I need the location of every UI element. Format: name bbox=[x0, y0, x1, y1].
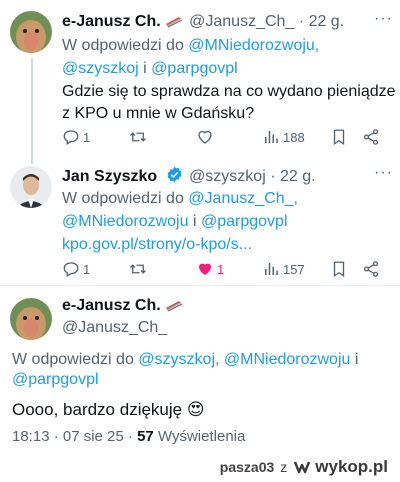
tweet-meta: 18:13 · 07 sie 25 · 57 Wyświetlenia bbox=[12, 428, 245, 445]
handle[interactable]: @Janusz_Ch_ bbox=[62, 318, 167, 338]
action-bar: 1 188 bbox=[62, 128, 388, 148]
like-button[interactable]: 1 bbox=[196, 260, 224, 278]
reply-count: 1 bbox=[83, 261, 91, 277]
mention-link[interactable]: @MNiedorozwoju bbox=[224, 351, 351, 368]
reply-context: W odpowiedzi do @MNiedorozwoju, bbox=[62, 34, 319, 58]
like-icon bbox=[198, 130, 212, 144]
tweet-header: e-Janusz Ch. bbox=[62, 296, 185, 318]
thread-line bbox=[31, 158, 33, 164]
watermark-site: wykop.pl bbox=[315, 457, 388, 476]
wykop-logo-icon bbox=[294, 461, 311, 474]
retweet-icon bbox=[130, 132, 146, 142]
reply-icon bbox=[63, 130, 79, 145]
tweet-3-focused: e-Janusz Ch. @Janusz_Ch_ W odpowiedzi do… bbox=[0, 286, 400, 446]
views-button[interactable]: 188 bbox=[262, 128, 305, 146]
tweet-2[interactable]: Jan Szyszko @szyszkoj · 22 g. ··· W odpo… bbox=[0, 158, 400, 284]
tweet-text-body: Oooo, bardzo dziękuję bbox=[12, 400, 183, 419]
reply-context-line2: @szyszkoj i @parpgovpl bbox=[62, 57, 238, 81]
mention-link[interactable]: @szyszkoj, bbox=[138, 351, 219, 368]
tweet-text-line: z KPO u mnie w Gdańsku? bbox=[62, 105, 255, 122]
mention-link[interactable]: @parpgovpl bbox=[151, 60, 238, 77]
share-icon bbox=[363, 261, 379, 277]
reply-context: W odpowiedzi do @Janusz_Ch_, bbox=[62, 187, 298, 211]
bookmark-icon bbox=[333, 129, 345, 146]
watermark-connector: z bbox=[280, 459, 288, 475]
handle[interactable]: @szyszkoj bbox=[189, 168, 266, 185]
tweet-text-line: Gdzie się to sprawdza na co wydano pieni… bbox=[62, 83, 396, 100]
share-button[interactable] bbox=[362, 128, 380, 146]
views-count: 57 bbox=[137, 428, 154, 445]
tweet-text: Oooo, bardzo dziękuję 😍 bbox=[12, 398, 205, 422]
views-icon bbox=[265, 131, 278, 143]
tweet-header: e-Janusz Ch. @Janusz_Ch_ · 22 g. bbox=[62, 12, 344, 34]
views-count: 157 bbox=[283, 261, 305, 277]
like-icon bbox=[199, 263, 211, 275]
views-icon bbox=[265, 263, 278, 275]
reply-prefix: W odpowiedzi do bbox=[62, 37, 184, 54]
display-name[interactable]: e-Janusz Ch. bbox=[62, 297, 161, 314]
handle[interactable]: @Janusz_Ch_ bbox=[189, 13, 294, 30]
views-button[interactable]: 157 bbox=[262, 260, 305, 278]
separator-dot: · bbox=[298, 13, 305, 30]
reply-button[interactable]: 1 bbox=[62, 128, 90, 146]
mention-link[interactable]: @parpgovpl bbox=[201, 213, 288, 230]
reply-conjunction: i bbox=[354, 351, 359, 368]
views-count: 188 bbox=[283, 129, 305, 145]
mention-link[interactable]: @szyszkoj bbox=[62, 60, 139, 77]
sled-emoji-icon bbox=[165, 14, 183, 34]
wykop-logo: wykop.pl bbox=[293, 457, 388, 477]
share-icon bbox=[363, 129, 379, 145]
avatar[interactable] bbox=[10, 166, 52, 208]
reply-context-line2: @MNiedorozwoju i @parpgovpl bbox=[62, 210, 288, 234]
reply-button[interactable]: 1 bbox=[62, 260, 90, 278]
reply-conjunction: i bbox=[143, 60, 147, 77]
mention-link[interactable]: @MNiedorozwoju bbox=[62, 213, 189, 230]
bookmark-icon bbox=[333, 261, 345, 278]
watermark-user: pasza03 bbox=[219, 459, 275, 475]
action-bar: 1 1 157 bbox=[62, 260, 388, 280]
bookmark-button[interactable] bbox=[330, 128, 348, 146]
views-label: Wyświetlenia bbox=[157, 428, 246, 445]
display-name[interactable]: Jan Szyszko bbox=[62, 168, 157, 185]
external-link[interactable]: kpo.gov.pl/strony/o-kpo/s... bbox=[62, 233, 252, 257]
more-icon[interactable]: ··· bbox=[374, 164, 393, 182]
avatar[interactable] bbox=[10, 11, 52, 53]
retweet-button[interactable] bbox=[128, 128, 148, 146]
tweet-1[interactable]: e-Janusz Ch. @Janusz_Ch_ · 22 g. ··· W o… bbox=[0, 0, 400, 160]
mention-link[interactable]: @MNiedorozwoju, bbox=[188, 37, 319, 54]
avatar[interactable] bbox=[10, 298, 52, 340]
verified-badge-icon bbox=[166, 166, 183, 189]
reply-icon bbox=[63, 262, 79, 277]
heart-eyes-emoji: 😍 bbox=[186, 400, 205, 419]
like-button[interactable] bbox=[196, 128, 214, 146]
reply-prefix: W odpowiedzi do bbox=[62, 190, 184, 207]
reply-count: 1 bbox=[83, 129, 91, 145]
reply-prefix: W odpowiedzi do bbox=[12, 351, 134, 368]
retweet-icon bbox=[130, 264, 146, 274]
sled-emoji-icon bbox=[165, 298, 183, 318]
like-count: 1 bbox=[217, 261, 225, 277]
display-name[interactable]: e-Janusz Ch. bbox=[62, 13, 161, 30]
more-icon[interactable]: ··· bbox=[374, 10, 393, 28]
timestamp[interactable]: 22 g. bbox=[309, 13, 345, 30]
share-button[interactable] bbox=[362, 260, 380, 278]
mention-link[interactable]: @Janusz_Ch_, bbox=[188, 190, 298, 207]
reply-conjunction: i bbox=[192, 213, 197, 230]
retweet-button[interactable] bbox=[128, 260, 148, 278]
timestamp[interactable]: 22 g. bbox=[280, 168, 316, 185]
thread-line bbox=[31, 58, 33, 160]
wykop-watermark: pasza03 z wykop.pl bbox=[220, 457, 388, 477]
mention-link[interactable]: @parpgovpl bbox=[12, 368, 99, 392]
separator-dot: · bbox=[270, 168, 276, 185]
bookmark-button[interactable] bbox=[330, 260, 348, 278]
full-timestamp[interactable]: 18:13 · 07 sie 25 · bbox=[12, 428, 133, 445]
tweet-header: Jan Szyszko @szyszkoj · 22 g. bbox=[62, 166, 316, 189]
